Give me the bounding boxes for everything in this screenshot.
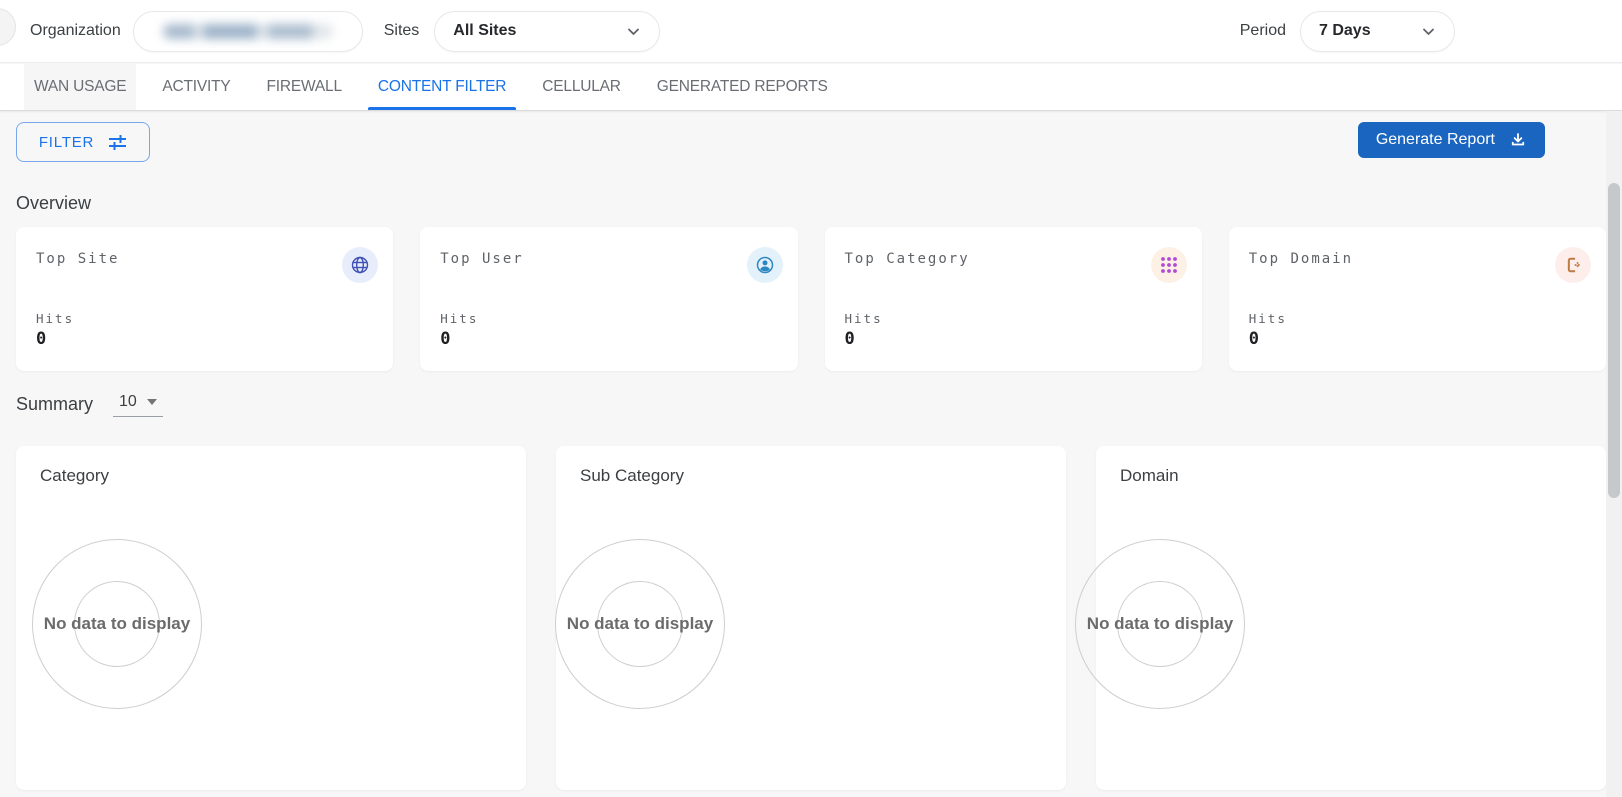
card-title: Top User [440, 251, 777, 267]
overview-card-top-user: Top User Hits 0 [420, 227, 797, 371]
metric-value: 0 [440, 329, 450, 349]
overview-cards: Top Site Hits 0 Top User [16, 227, 1606, 371]
actions-row: FILTER Generate Report [16, 122, 1606, 162]
tab-generated-reports[interactable]: GENERATED REPORTS [647, 64, 838, 110]
tab-firewall[interactable]: FIREWALL [257, 64, 352, 110]
download-icon [1509, 131, 1527, 149]
summary-heading: Summary [16, 394, 93, 415]
sites-select[interactable]: All Sites [434, 11, 660, 52]
metric-value: 0 [1249, 329, 1259, 349]
period-select-value: 7 Days [1319, 22, 1371, 40]
tab-content-filter[interactable]: CONTENT FILTER [368, 64, 516, 110]
card-title: Top Category [845, 251, 1182, 267]
chart-title: Domain [1120, 466, 1582, 486]
chevron-down-icon [626, 24, 641, 39]
period-label: Period [1240, 22, 1286, 40]
card-title: Top Site [36, 251, 373, 267]
content-area: FILTER Generate Report [0, 111, 1606, 797]
filter-button-label: FILTER [39, 134, 94, 151]
tab-activity[interactable]: ACTIVITY [152, 64, 240, 110]
metric-value: 0 [36, 329, 46, 349]
card-title: Top Domain [1249, 251, 1586, 267]
generate-report-button[interactable]: Generate Report [1358, 122, 1545, 158]
summary-count-select[interactable]: 10 [113, 387, 163, 417]
sites-label: Sites [384, 22, 420, 40]
filter-button[interactable]: FILTER [16, 122, 150, 162]
chart-title: Sub Category [580, 466, 1042, 486]
no-data-message: No data to display [44, 614, 190, 634]
scrollbar-thumb[interactable] [1608, 183, 1620, 498]
summary-charts: Category No data to display Sub Category… [16, 446, 1606, 790]
scrollbar-track[interactable] [1606, 111, 1622, 797]
chart-card-category: Category No data to display [16, 446, 526, 790]
tab-cellular[interactable]: CELLULAR [532, 64, 631, 110]
domain-add-icon [1555, 247, 1591, 283]
dropdown-arrow-icon [147, 399, 157, 405]
metric-value: 0 [845, 329, 855, 349]
metric-label: Hits [36, 311, 74, 326]
organization-label: Organization [30, 22, 121, 40]
metric-label: Hits [440, 311, 478, 326]
top-bar: Organization Sites All Sites Period 7 Da… [0, 0, 1622, 63]
account-circle-icon [747, 247, 783, 283]
globe-icon [342, 247, 378, 283]
tune-icon [108, 134, 127, 151]
chevron-down-icon [1421, 24, 1436, 39]
organization-name-blurred [163, 24, 333, 39]
chart-card-sub-category: Sub Category No data to display [556, 446, 1066, 790]
metric-label: Hits [845, 311, 883, 326]
period-select[interactable]: 7 Days [1300, 11, 1455, 52]
sites-select-value: All Sites [453, 22, 516, 40]
tab-wan-usage[interactable]: WAN USAGE [24, 64, 136, 110]
overview-card-top-domain: Top Domain Hits 0 [1229, 227, 1606, 371]
report-tabs: WAN USAGE ACTIVITY FIREWALL CONTENT FILT… [0, 64, 1622, 111]
no-data-message: No data to display [567, 614, 713, 634]
overview-heading: Overview [16, 193, 91, 214]
generate-report-label: Generate Report [1376, 131, 1495, 149]
no-data-message: No data to display [1087, 614, 1233, 634]
avatar[interactable] [0, 8, 16, 46]
metric-label: Hits [1249, 311, 1287, 326]
chart-title: Category [40, 466, 502, 486]
apps-grid-icon [1151, 247, 1187, 283]
chart-card-domain: Domain No data to display [1096, 446, 1606, 790]
overview-card-top-site: Top Site Hits 0 [16, 227, 393, 371]
overview-card-top-category: Top Category Hits 0 [825, 227, 1202, 371]
summary-count-value: 10 [119, 393, 137, 411]
organization-selector[interactable] [133, 11, 363, 52]
